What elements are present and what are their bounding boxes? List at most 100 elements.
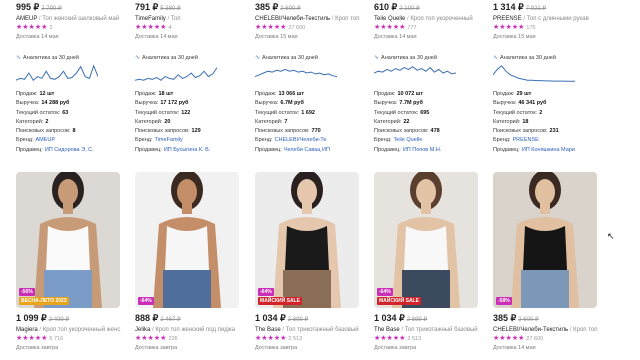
sales-sparkline <box>374 66 456 75</box>
product-card-top[interactable]: 1 314 ₽7 921 ₽ PREENSE / Топ с длинными р… <box>493 2 605 155</box>
rating: ★★★★★ 4 <box>135 23 247 33</box>
product-info[interactable]: 888 ₽2 467 ₽ Jelika / Кроп топ женский по… <box>135 313 247 352</box>
stat-label: Продаж: <box>135 91 157 97</box>
product-title[interactable]: The Base / Топ трикотажный базовый <box>255 326 367 334</box>
current-price: 1 034 ₽ <box>374 313 405 323</box>
product-title[interactable]: Jelika / Кроп топ женский под пиджа <box>135 326 247 334</box>
stat-value[interactable]: ИП Сидорова Э. С. <box>45 147 94 153</box>
rating-stars-icon: ★★★★★ <box>255 24 287 31</box>
rating-stars-icon: ★★★★★ <box>374 335 406 342</box>
stat-row-sales: Продаж: 12 шт <box>16 90 128 99</box>
current-price: 791 ₽ <box>135 2 159 12</box>
product-info[interactable]: 1 034 ₽2 899 ₽ The Base / Топ трикотажный… <box>374 313 486 352</box>
discount-badge: -64% <box>138 297 154 305</box>
old-price: 5 380 ₽ <box>160 6 181 12</box>
chart-trend-icon: ∿ <box>493 55 499 61</box>
stat-value[interactable]: PREENSE <box>513 137 539 143</box>
sparkline-path <box>135 67 217 81</box>
analytics-label: Аналитика за 30 дней <box>500 55 556 61</box>
product-description: Топ трикотажный базовый <box>404 327 478 333</box>
analytics-header[interactable]: ∿ Аналитика за 30 дней <box>135 54 247 62</box>
stat-row-seller: Продавец: ИП Коняшкина Мари <box>493 146 605 155</box>
stat-label: Продаж: <box>374 91 396 97</box>
product-card-top[interactable]: 995 ₽2 790 ₽ AMEUP / Топ женский шелковый… <box>16 2 128 155</box>
stat-value[interactable]: ИП Коняшкина Мари <box>522 147 575 153</box>
product-description: Топ трикотажный базовый <box>285 327 359 333</box>
stat-label: Продаж: <box>255 91 277 97</box>
promo-badge: МАЙСКИЙ SALE <box>258 297 302 305</box>
stat-value: 7 <box>284 118 288 125</box>
old-price: 2 600 ₽ <box>518 317 539 323</box>
delivery-date: Доставка завтра <box>374 345 417 351</box>
stat-row-revenue: Выручка: 14 288 руб <box>16 99 128 108</box>
review-count: 777 <box>407 25 417 31</box>
product-title[interactable]: Magiera / Кроп топ укороченный женс <box>16 326 128 334</box>
discount-badge: -64% <box>258 288 274 296</box>
stat-value: 2 <box>45 118 49 125</box>
rating-stars-icon: ★★★★★ <box>135 335 167 342</box>
product-title[interactable]: TimeFamily / Топ <box>135 15 247 23</box>
product-image[interactable]: -64% МАЙСКИЙ SALE <box>374 172 478 308</box>
product-info[interactable]: 385 ₽2 600 ₽ CHELEBI/Челеби-Текстиль / Кр… <box>493 313 605 352</box>
model-photo <box>511 172 579 308</box>
tank-top <box>46 226 90 270</box>
product-image[interactable]: -64% <box>135 172 239 308</box>
product-title[interactable]: AMEUP / Топ женский шелковый май <box>16 15 128 23</box>
product-description: Кроп топ женский под пиджа <box>155 327 236 333</box>
stat-value: 129 <box>191 128 201 135</box>
analytics-header[interactable]: ∿ Аналитика за 30 дней <box>374 54 486 62</box>
product-image[interactable]: -64% МАЙСКИЙ SALE <box>255 172 359 308</box>
sparkline-path <box>493 65 575 82</box>
product-price: 610 ₽2 100 ₽ <box>374 2 486 15</box>
stat-row-categories: Категорий: 20 <box>135 118 247 127</box>
product-card-top[interactable]: 791 ₽5 380 ₽ TimeFamily / Топ ★★★★★ 4 Достав… <box>135 2 247 155</box>
analytics-header[interactable]: ∿ Аналитика за 30 дней <box>493 54 605 62</box>
product-description: Кроп топ <box>573 327 598 333</box>
product-image[interactable]: -58% <box>493 172 597 308</box>
stat-label: Категорий: <box>135 118 163 125</box>
neck <box>540 202 550 214</box>
stat-row-sales: Продаж: 29 шт <box>493 90 605 99</box>
product-description: Топ женский шелковый май <box>42 16 120 22</box>
stat-row-sales: Продаж: 10 072 шт <box>374 90 486 99</box>
stat-value[interactable]: ИП Бусыгина К. В. <box>164 147 210 153</box>
stat-value: 18 шт <box>158 91 174 97</box>
stat-value[interactable]: TimeFamily <box>155 137 183 143</box>
product-title[interactable]: CHELEBI/Челеби-Текстиль / Кроп топ <box>255 15 367 23</box>
analytics-header[interactable]: ∿ Аналитика за 30 дней <box>255 54 367 62</box>
analytics-header[interactable]: ∿ Аналитика за 30 дней <box>16 54 128 62</box>
product-title[interactable]: Teile Quelle / Кроп топ укороченный <box>374 15 486 23</box>
neck <box>63 202 73 214</box>
stat-value[interactable]: AMEUP <box>36 137 56 143</box>
stat-value[interactable]: Teile Quelle <box>394 137 423 143</box>
product-title[interactable]: The Base / Топ трикотажный базовый <box>374 326 486 334</box>
stat-value: 231 <box>549 128 559 135</box>
product-card-top[interactable]: 610 ₽2 100 ₽ Teile Quelle / Кроп топ укор… <box>374 2 486 155</box>
current-price: 1 099 ₽ <box>16 313 47 323</box>
stat-value: 478 <box>430 128 440 135</box>
product-info[interactable]: 1 034 ₽2 899 ₽ The Base / Топ трикотажный… <box>255 313 367 352</box>
stat-row-seller: Продавец: ИП Попов М.Н. <box>374 146 486 155</box>
product-title[interactable]: CHELEBI/Челеби-Текстиль / Кроп топ <box>493 326 605 334</box>
stat-value[interactable]: ИП Попов М.Н. <box>403 147 442 153</box>
product-title[interactable]: PREENSE / Топ с длинными рукав <box>493 15 605 23</box>
product-card-top[interactable]: 385 ₽2 600 ₽ CHELEBI/Челеби-Текстиль / Кр… <box>255 2 367 155</box>
stat-row-stock: Текущий остаток: 695 <box>374 109 486 118</box>
stat-row-categories: Категорий: 18 <box>493 118 605 127</box>
tank-top <box>165 226 209 270</box>
product-info[interactable]: 1 099 ₽2 499 ₽ Magiera / Кроп топ укороче… <box>16 313 128 352</box>
analytics-label: Аналитика за 30 дней <box>142 55 198 61</box>
stat-value: 770 <box>311 128 321 135</box>
stat-row-brand: Бренд: CHELEBI/Челеби-Те <box>255 136 367 145</box>
product-description: Кроп топ укороченный женс <box>42 327 121 333</box>
stat-row-sales: Продаж: 18 шт <box>135 90 247 99</box>
stat-value[interactable]: Челеби Савац ИП <box>284 147 330 153</box>
current-price: 385 ₽ <box>255 2 279 12</box>
analytics-label: Аналитика за 30 дней <box>23 55 79 61</box>
review-count: 2 <box>49 25 53 31</box>
old-price: 2 790 ₽ <box>41 6 62 12</box>
product-image[interactable]: -56% ВЕСНА-ЛЕТО 2023 <box>16 172 120 308</box>
stat-label: Выручка: <box>16 100 40 107</box>
stat-value[interactable]: CHELEBI/Челеби-Те <box>275 137 327 143</box>
stat-label: Продавец: <box>255 146 282 153</box>
